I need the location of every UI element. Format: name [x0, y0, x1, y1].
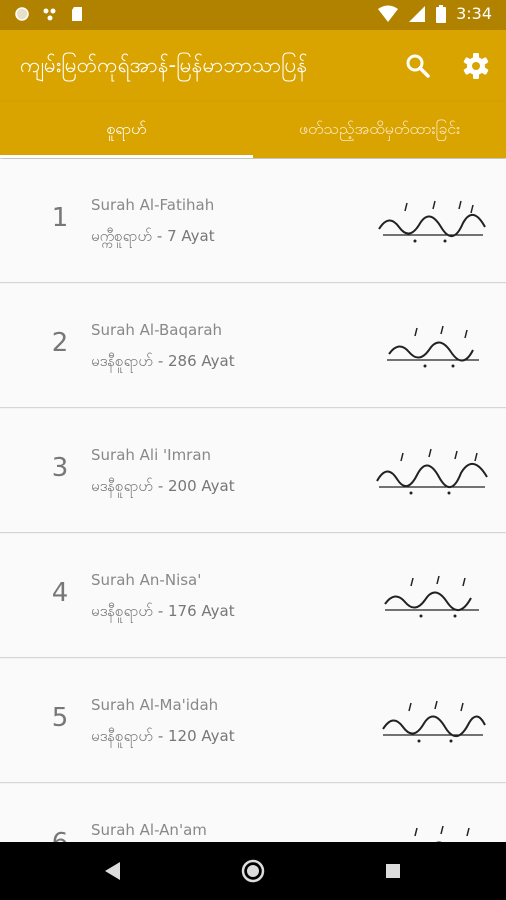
surah-calligraphy-image — [376, 448, 488, 495]
surah-description: မက္ကီစူရာဟ် - 7 Ayat — [91, 227, 215, 245]
surah-number: 4 — [51, 578, 69, 608]
recents-square-icon — [386, 864, 400, 878]
list-item[interactable]: 6 Surah Al-An'am — [0, 784, 506, 842]
list-item[interactable]: 3 Surah Ali 'Imran မဒနီစူရာဟ် - 200 Ayat — [0, 409, 506, 533]
dots-icon — [43, 8, 56, 21]
status-time: 3:34 — [456, 4, 492, 23]
surah-number: 1 — [51, 203, 69, 233]
surah-number: 6 — [40, 828, 80, 842]
tab-bookmark-label: ဖတ်သည့်အထိမှတ်ထားခြင်း — [298, 119, 461, 138]
surah-description: မဒနီစူရာဟ် - 286 Ayat — [91, 352, 235, 370]
list-item[interactable]: 5 Surah Al-Ma'idah မဒနီစူရာဟ် - 120 Ayat — [0, 659, 506, 783]
surah-description: မဒနီစူရာဟ် - 176 Ayat — [91, 602, 235, 620]
surah-calligraphy-image — [378, 200, 486, 243]
battery-icon — [436, 4, 447, 23]
tab-surah-label: စူရာဟ် — [106, 119, 147, 138]
settings-button[interactable] — [460, 50, 492, 82]
tab-bar: စူရာဟ် ဖတ်သည့်အထိမှတ်ထားခြင်း — [0, 102, 506, 158]
surah-number: 5 — [51, 703, 69, 733]
surah-name: Surah An-Nisa' — [91, 571, 202, 589]
surah-calligraphy-image — [387, 325, 479, 368]
home-button[interactable] — [238, 856, 268, 886]
surah-number: 2 — [51, 328, 69, 358]
surah-name: Surah Al-An'am — [91, 821, 207, 839]
surah-name: Surah Ali 'Imran — [91, 446, 212, 464]
app-bar: ကျမ်းမြတ်ကုရ်အာန်-မြန်မာဘာသာပြန် — [0, 30, 506, 102]
surah-name: Surah Al-Fatihah — [91, 196, 215, 214]
gear-icon — [463, 53, 489, 79]
surah-description: မဒနီစူရာဟ် - 200 Ayat — [91, 477, 235, 495]
signal-icon — [409, 5, 426, 22]
list-item[interactable]: 4 Surah An-Nisa' မဒနီစူရာဟ် - 176 Ayat — [0, 534, 506, 658]
surah-number: 3 — [51, 453, 69, 483]
app-title: ကျမ်းမြတ်ကုရ်အာန်-မြန်မာဘာသာပြန် — [20, 53, 308, 77]
list-item[interactable]: 2 Surah Al-Baqarah မဒနီစူရာဟ် - 286 Ayat — [0, 284, 506, 408]
notification-circle-icon — [15, 7, 29, 21]
back-button[interactable] — [98, 856, 128, 886]
surah-calligraphy-image — [384, 575, 479, 618]
surah-name: Surah Al-Baqarah — [91, 321, 223, 339]
list-item[interactable]: 1 Surah Al-Fatihah မက္ကီစူရာဟ် - 7 Ayat — [0, 159, 506, 283]
wifi-icon — [378, 5, 399, 22]
tab-surah[interactable]: စူရာဟ် — [0, 102, 253, 158]
navigation-bar — [0, 842, 506, 900]
sd-card-icon — [72, 7, 82, 21]
surah-calligraphy-image — [382, 700, 486, 743]
search-button[interactable] — [402, 50, 434, 82]
status-bar: 3:34 — [0, 0, 506, 30]
tab-bookmark[interactable]: ဖတ်သည့်အထိမှတ်ထားခြင်း — [253, 102, 506, 158]
back-triangle-icon — [105, 862, 120, 880]
surah-list[interactable]: 1 Surah Al-Fatihah မက္ကီစူရာဟ် - 7 Ayat … — [0, 158, 506, 842]
home-circle-icon — [241, 859, 265, 883]
search-icon — [406, 54, 430, 78]
surah-description: မဒနီစူရာဟ် - 120 Ayat — [91, 727, 235, 745]
surah-name: Surah Al-Ma'idah — [91, 696, 219, 714]
surah-calligraphy-image — [414, 825, 470, 842]
recents-button[interactable] — [378, 856, 408, 886]
